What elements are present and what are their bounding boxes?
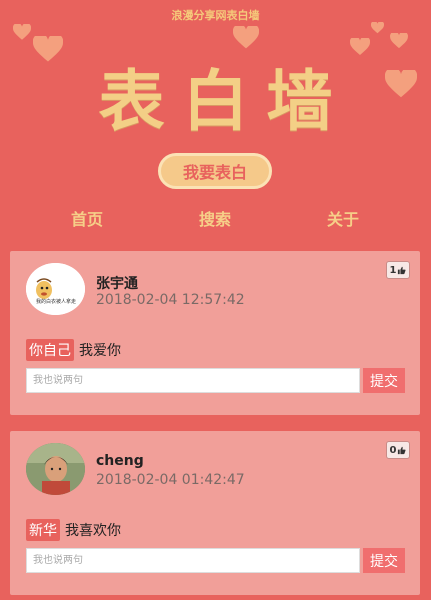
like-button[interactable]: 0	[386, 441, 410, 459]
comment-input[interactable]	[26, 548, 360, 573]
nav-item-about[interactable]: 关于	[313, 206, 373, 230]
post-message: 新华 我喜欢你	[26, 519, 121, 541]
post-timestamp: 2018-02-04 12:57:42	[96, 292, 245, 308]
like-button[interactable]: 1	[386, 261, 410, 279]
site-subtitle: 浪漫分享网表白墙	[171, 9, 260, 22]
heart-icon	[233, 26, 259, 49]
post-target-tag: 新华	[26, 519, 60, 541]
avatar-caption: 我的白衣被人拿走	[35, 299, 76, 305]
nav-item-search[interactable]: 搜索	[185, 206, 245, 230]
thumbs-up-icon	[398, 266, 407, 274]
avatar	[26, 443, 85, 495]
nav-item-home[interactable]: 首页	[57, 206, 117, 230]
page-title: 表白墙	[98, 63, 351, 140]
page-header: 浪漫分享网表白墙 表白墙 我要表白 首页 搜索 关于	[0, 0, 431, 240]
post-timestamp: 2018-02-04 01:42:47	[96, 472, 245, 488]
post-username: 张宇通	[96, 276, 138, 292]
post-card: 我的白衣被人拿走 张宇通 2018-02-04 12:57:42 1 你自己 我…	[10, 251, 420, 415]
like-count: 0	[389, 444, 397, 456]
post-username: cheng	[96, 453, 144, 469]
post-message: 你自己 我爱你	[26, 339, 121, 361]
post-card: cheng 2018-02-04 01:42:47 0 新华 我喜欢你 提交	[10, 431, 420, 595]
post-text: 我爱你	[79, 343, 121, 359]
avatar-image	[26, 263, 85, 315]
like-count: 1	[389, 264, 397, 276]
heart-icon	[390, 33, 408, 49]
heart-icon	[371, 22, 384, 34]
confess-button[interactable]: 我要表白	[158, 153, 272, 189]
thumbs-up-icon	[398, 446, 407, 454]
comment-input[interactable]	[26, 368, 360, 393]
submit-comment-button[interactable]: 提交	[363, 368, 405, 393]
avatar-image	[26, 443, 85, 495]
post-target-tag: 你自己	[26, 339, 74, 361]
main-nav: 首页 搜索 关于	[0, 206, 431, 230]
post-text: 我喜欢你	[65, 523, 121, 539]
heart-icon	[13, 24, 31, 40]
submit-comment-button[interactable]: 提交	[363, 548, 405, 573]
avatar: 我的白衣被人拿走	[26, 263, 85, 315]
